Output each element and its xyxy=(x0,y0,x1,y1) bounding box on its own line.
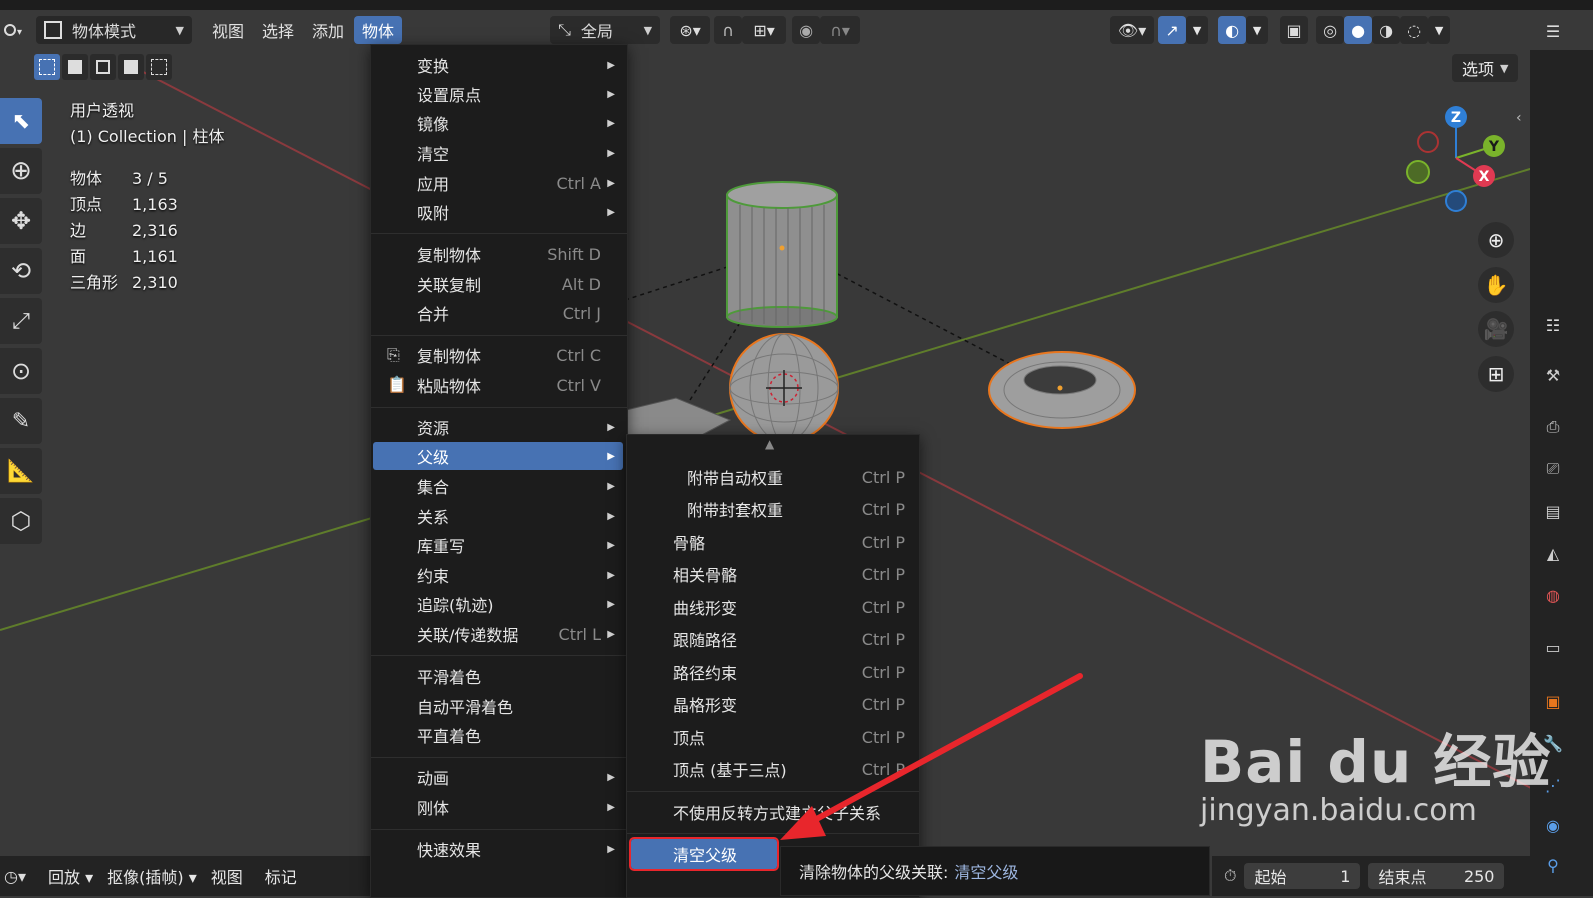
baidu-watermark: Bai du 经验 jingyan.baidu.com xyxy=(1200,715,1551,828)
watermark-brand: Bai du 经验 xyxy=(1200,728,1552,796)
